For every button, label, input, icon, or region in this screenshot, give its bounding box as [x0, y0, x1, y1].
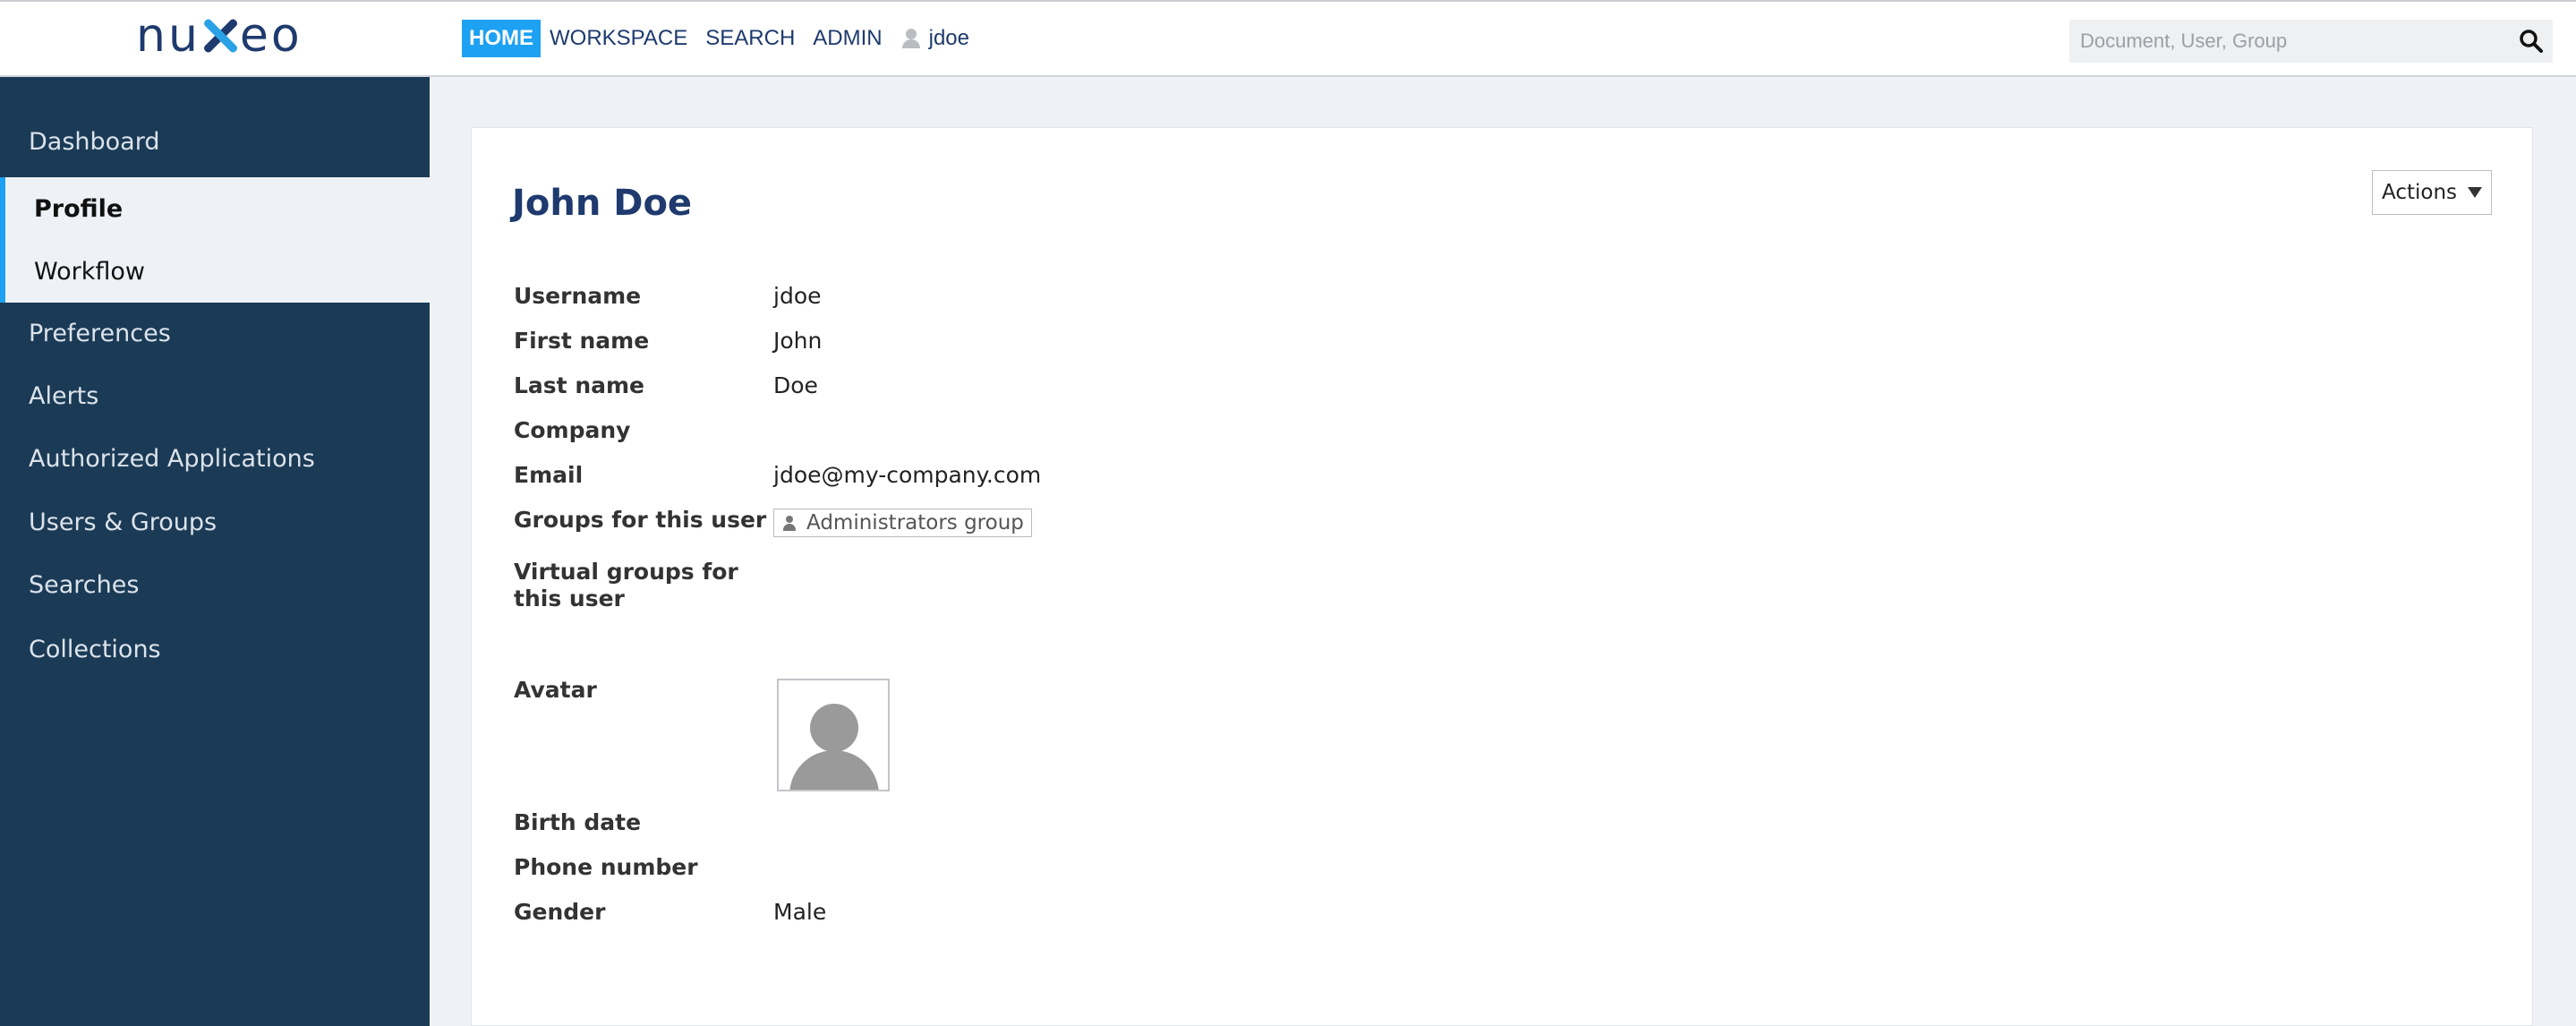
sidebar-item-searches[interactable]: Searches [0, 553, 430, 616]
nuxeo-logo[interactable]: nu eo [136, 9, 303, 63]
nav-user-menu[interactable]: jdoe [891, 20, 978, 57]
user-icon [900, 28, 922, 49]
nav-admin[interactable]: ADMIN [804, 20, 891, 57]
field-label-virtual-groups: Virtual groups for this user [514, 559, 738, 611]
group-tag-label: Administrators group [806, 511, 1024, 534]
field-value-first-name: John [773, 328, 823, 354]
field-label-birth-date: Birth date [514, 809, 642, 835]
global-search [2069, 20, 2553, 63]
field-label-gender: Gender [514, 899, 606, 925]
field-label-first-name: First name [514, 328, 650, 354]
sidebar-item-collections[interactable]: Collections [0, 618, 430, 680]
field-value-gender: Male [773, 899, 827, 925]
nav-search[interactable]: SEARCH [696, 20, 804, 57]
group-tag-administrators[interactable]: Administrators group [773, 509, 1032, 537]
sidebar-item-dashboard[interactable]: Dashboard [0, 110, 430, 173]
field-label-groups: Groups for this user [514, 507, 767, 533]
search-icon[interactable] [2519, 29, 2544, 54]
field-value-email: jdoe@my-company.com [773, 462, 1042, 488]
sidebar-item-alerts[interactable]: Alerts [0, 364, 430, 427]
sidebar-item-preferences[interactable]: Preferences [0, 302, 430, 364]
field-label-email: Email [514, 462, 584, 488]
field-value-username: jdoe [773, 283, 822, 309]
page-title: John Doe [512, 183, 693, 224]
nav-user-name: jdoe [928, 26, 969, 50]
sidebar-item-workflow[interactable]: Workflow [0, 240, 430, 303]
sidebar-item-users-groups[interactable]: Users & Groups [0, 491, 430, 553]
sidebar-item-profile[interactable]: Profile [0, 177, 430, 240]
logo-text-start: nu [136, 9, 200, 63]
actions-button[interactable]: Actions [2372, 170, 2492, 215]
profile-card [471, 127, 2533, 1026]
main-nav: HOME WORKSPACE SEARCH ADMIN jdoe [462, 20, 978, 57]
nav-workspace[interactable]: WORKSPACE [541, 20, 696, 57]
search-input[interactable] [2069, 20, 2499, 63]
field-label-last-name: Last name [514, 372, 645, 398]
field-label-company: Company [514, 417, 631, 443]
sidebar: Dashboard Profile Workflow Preferences A… [0, 77, 430, 1026]
field-label-username: Username [514, 283, 642, 309]
actions-label: Actions [2381, 181, 2457, 204]
caret-down-icon [2468, 187, 2482, 198]
top-bar: nu eo HOME WORKSPACE SEARCH ADMIN jdoe [0, 0, 2576, 77]
logo-text-end: eo [239, 9, 303, 63]
field-label-avatar: Avatar [514, 677, 597, 703]
field-value-last-name: Doe [773, 372, 818, 398]
field-label-phone-number: Phone number [514, 854, 698, 880]
avatar-placeholder-body [789, 750, 879, 790]
nav-home[interactable]: HOME [462, 20, 541, 57]
avatar-image [777, 679, 890, 791]
logo-x-mark [200, 16, 240, 56]
group-user-icon [781, 514, 798, 532]
sidebar-item-authorized-applications[interactable]: Authorized Applications [0, 427, 430, 490]
avatar-placeholder-head [810, 704, 858, 752]
